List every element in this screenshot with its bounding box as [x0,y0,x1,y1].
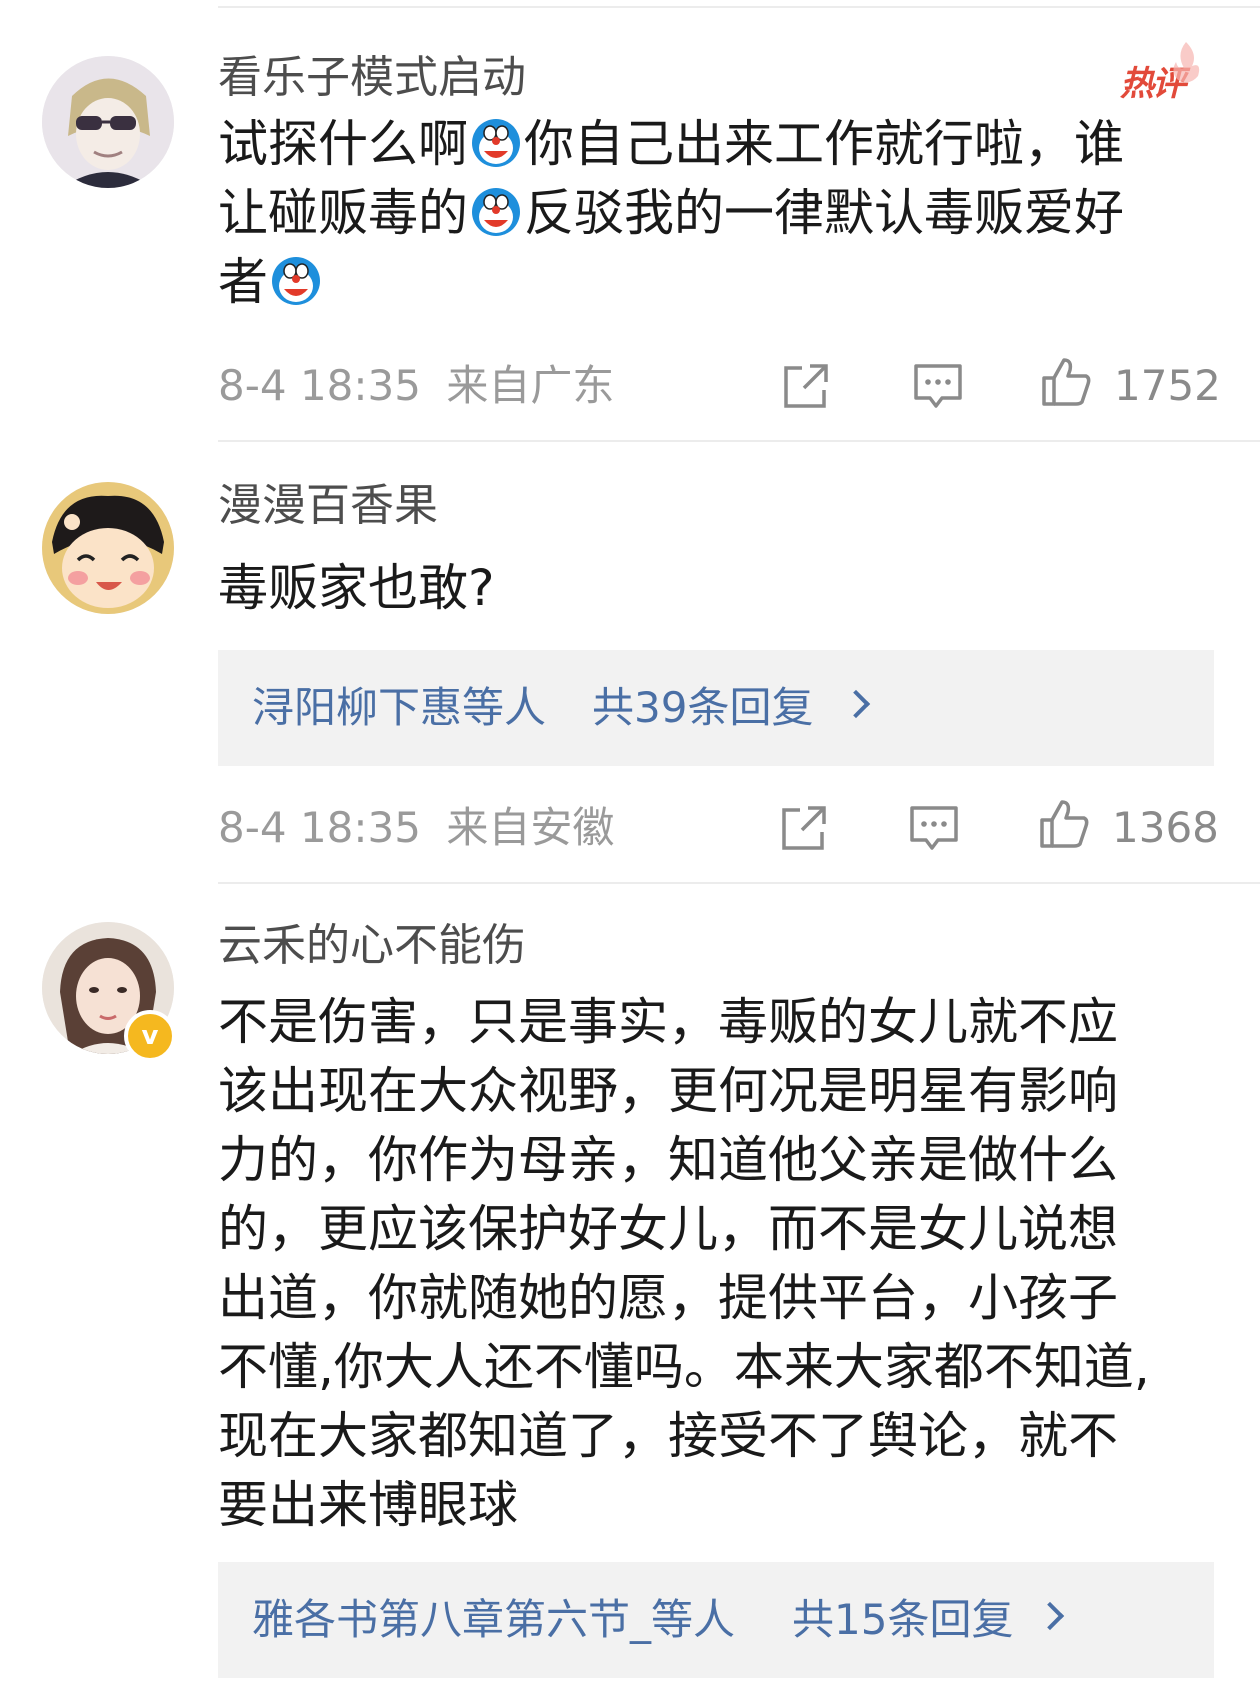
comment-text-line: 让碰贩毒的 反驳我的一律默认毒贩爱好 [218,179,1218,248]
doraemon-emoji [272,257,320,305]
avatar[interactable] [42,56,174,188]
comment-text-line: 现在大家都知道了，接受不了舆论，就不 [218,1407,1118,1465]
top-divider [218,6,1260,8]
like-icon[interactable] [1038,798,1090,850]
comment-text-line: 力的，你作为母亲，知道他父亲是做什么 [218,1131,1118,1189]
comment-text-line: 者 [218,248,1218,317]
timestamp: 8-4 18:35 [218,361,421,410]
comment-text-line: 毒贩家也敢? [218,559,495,617]
verified-badge-icon: v [124,1010,176,1062]
text-segment: 反驳我的一律默认毒贩爱好 [524,184,1124,242]
chevron-right-icon [841,689,871,719]
reply-summary[interactable]: 浔阳柳下惠等人 共39条回复 [218,650,1214,766]
timestamp: 8-4 18:35 [218,803,421,852]
text-segment: 者 [218,253,268,311]
comment-text-line: 要出来博眼球 [218,1476,518,1534]
chevron-right-icon [1035,1601,1065,1631]
location: 来自安徽 [446,803,615,852]
like-icon[interactable] [1040,356,1092,408]
like-count: 1752 [1114,361,1221,410]
avatar[interactable] [42,482,174,614]
share-icon[interactable] [778,802,830,854]
comment-text: 不是伤害，只是事实，毒贩的女儿就不应 该出现在大众视野，更何况是明星有影响 力的… [218,988,1218,1540]
username[interactable]: 看乐子模式启动 [218,48,526,108]
reply-count[interactable]: 共15条回复 [792,1590,1013,1650]
text-segment: 让碰贩毒的 [218,184,468,242]
comment-text-line: 的，更应该保护好女儿，而不是女儿说想 [218,1200,1118,1258]
doraemon-emoji [472,188,520,236]
comment-meta: 8-4 18:35 来自安徽 [218,800,614,856]
reply-summary[interactable]: 雅各书第八章第六节_等人 共15条回复 [218,1562,1214,1678]
share-icon[interactable] [780,360,832,412]
comment-text-line: 试探什么啊 你自己出来工作就行啦，谁 [218,110,1218,179]
comment-icon[interactable] [912,360,964,412]
comment-meta: 8-4 18:35 来自广东 [218,358,614,414]
comment-text-line: 不懂,你大人还不懂吗。本来大家都不知道, [218,1338,1150,1396]
comment-text-line: 不是伤害，只是事实，毒贩的女儿就不应 [218,993,1118,1051]
comment-text-line: 出道，你就随她的愿，提供平台，小孩子 [218,1269,1118,1327]
reply-count[interactable]: 共39条回复 [592,678,813,738]
flame-icon [1173,42,1200,83]
comment-text: 毒贩家也敢? [218,554,1218,623]
location: 来自广东 [446,361,615,410]
username[interactable]: 云禾的心不能伤 [218,916,526,976]
reply-users: 雅各书第八章第六节_等人 [252,1595,736,1644]
like-count: 1368 [1112,803,1219,852]
comment-divider [218,440,1260,442]
comment-text: 试探什么啊 你自己出来工作就行啦，谁 让碰贩毒的 反驳我的一律默认毒贩爱好 者 [218,110,1218,317]
username[interactable]: 漫漫百香果 [218,476,438,536]
comment-text-line: 该出现在大众视野，更何况是明星有影响 [218,1062,1118,1120]
doraemon-emoji [472,119,520,167]
comment-divider [218,882,1260,884]
reply-users: 浔阳柳下惠等人 [252,683,547,732]
text-segment: 你自己出来工作就行啦，谁 [524,115,1124,173]
comment-icon[interactable] [908,802,960,854]
text-segment: 试探什么啊 [218,115,468,173]
